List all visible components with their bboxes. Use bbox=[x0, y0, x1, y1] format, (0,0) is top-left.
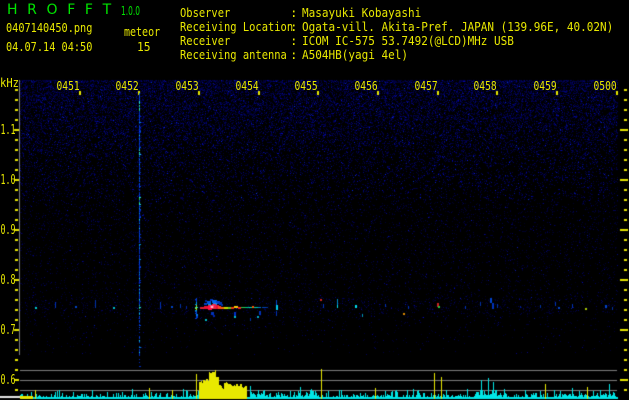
info-row-receiving-location: Receiving Location: Ogata-vill. Akita-Pre… bbox=[180, 19, 629, 34]
time-label-0452: 0452 bbox=[115, 79, 139, 94]
info-separator: : bbox=[290, 33, 298, 48]
hrofft-output-image: H R O F F T 1.0.0 0407140450.png meteor … bbox=[0, 0, 629, 400]
freq-label-0.9: 0.9 bbox=[0, 223, 15, 238]
app-title: H R O F F T bbox=[7, 1, 114, 18]
freq-label-0.8: 0.8 bbox=[0, 273, 15, 288]
info-label: Receiving antenna bbox=[180, 47, 287, 62]
frequency-unit-label: kHz bbox=[0, 75, 19, 90]
output-filename: 0407140450.png bbox=[6, 20, 93, 35]
observation-mode-label: meteor bbox=[124, 23, 161, 39]
info-row-receiving-antenna: Receiving antenna: A504HB(yagi 4el) bbox=[180, 47, 629, 62]
info-separator: : bbox=[290, 19, 298, 34]
info-label: Receiving Location bbox=[180, 19, 294, 34]
freq-label-0.6: 0.6 bbox=[0, 373, 15, 388]
info-separator: : bbox=[290, 47, 298, 62]
info-value: ICOM IC-575 53.7492(@LCD)MHz USB bbox=[302, 33, 514, 48]
info-separator: : bbox=[290, 5, 298, 20]
freq-label-1.0: 1.0 bbox=[0, 173, 15, 188]
info-value: Ogata-vill. Akita-Pref. JAPAN (139.96E, … bbox=[302, 19, 614, 34]
time-label-0455: 0455 bbox=[294, 79, 318, 94]
freq-label-1.1: 1.1 bbox=[0, 123, 15, 138]
observation-datetime: 04.07.14 04:50 bbox=[6, 39, 93, 54]
time-label-0500: 0500 bbox=[593, 79, 617, 94]
info-value: A504HB(yagi 4el) bbox=[302, 47, 408, 62]
info-row-observer: Observer: Masayuki Kobayashi bbox=[180, 5, 629, 20]
time-label-0458: 0458 bbox=[473, 79, 497, 94]
freq-label-0.7: 0.7 bbox=[0, 323, 15, 338]
info-label: Receiver bbox=[180, 33, 231, 48]
time-label-0454: 0454 bbox=[235, 79, 259, 94]
station-info-block: Observer: Masayuki Kobayashi Receiving Loc… bbox=[180, 5, 629, 62]
time-label-0459: 0459 bbox=[533, 79, 557, 94]
info-value: Masayuki Kobayashi bbox=[302, 5, 422, 20]
info-label: Observer bbox=[180, 5, 231, 20]
app-version: 1.0.0 bbox=[121, 4, 140, 18]
echo-count: 15 bbox=[136, 39, 151, 54]
time-label-0456: 0456 bbox=[354, 79, 378, 94]
info-row-receiver: Receiver: ICOM IC-575 53.7492(@LCD)MHz US… bbox=[180, 33, 629, 48]
time-label-0457: 0457 bbox=[414, 79, 438, 94]
time-label-0453: 0453 bbox=[175, 79, 199, 94]
time-label-0451: 0451 bbox=[56, 79, 80, 94]
